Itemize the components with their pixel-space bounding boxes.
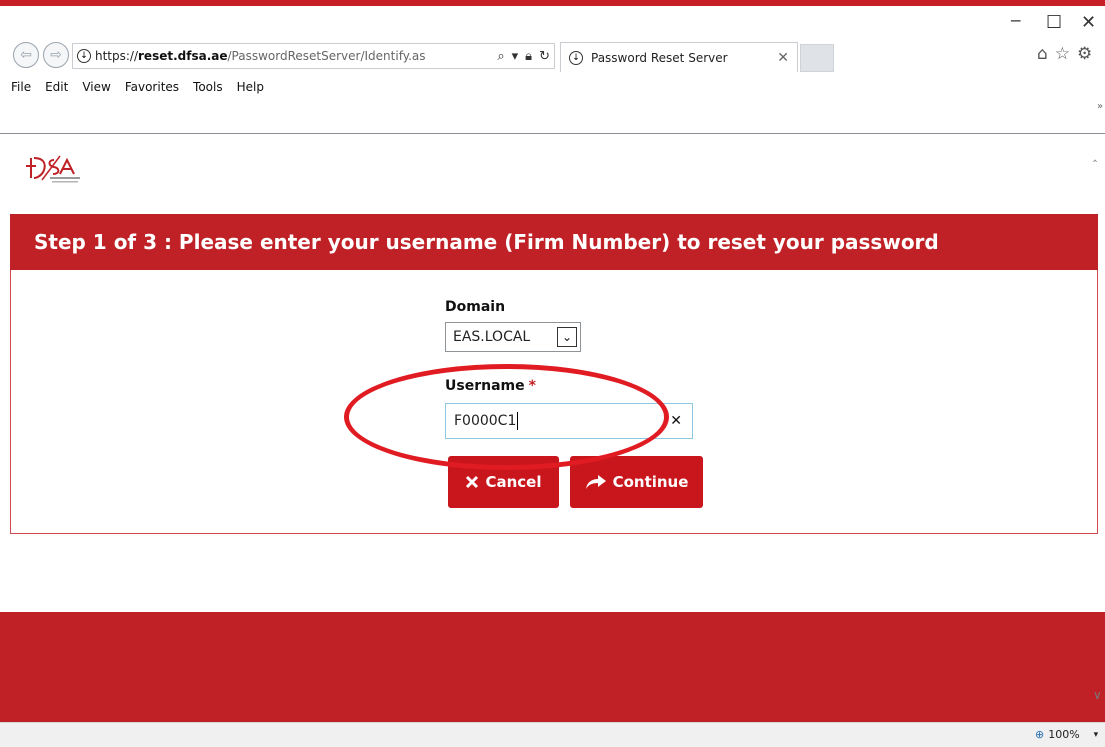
window-top-border	[0, 0, 1105, 6]
domain-label: Domain	[445, 299, 506, 315]
text-caret	[517, 412, 519, 430]
maximize-icon[interactable]: ☐	[1046, 14, 1062, 32]
username-label: Username *	[445, 378, 536, 394]
site-info-icon[interactable]: ↓	[77, 49, 91, 63]
zoom-level: 100%	[1048, 728, 1080, 741]
close-icon[interactable]: ✕	[1081, 14, 1096, 32]
menu-edit[interactable]: Edit	[38, 80, 75, 94]
tab-password-reset-server[interactable]: ↓ Password Reset Server ✕	[560, 42, 798, 72]
star-icon[interactable]: ☆	[1055, 44, 1070, 64]
chevron-down-icon[interactable]: ▾	[1094, 730, 1099, 740]
scroll-down-icon[interactable]: ∨	[1093, 688, 1102, 702]
page-title: Step 1 of 3 : Please enter your username…	[34, 230, 939, 254]
domain-selected-value: EAS.LOCAL	[453, 329, 531, 345]
username-text: F0000C1	[454, 413, 517, 429]
continue-button[interactable]: Continue	[570, 456, 703, 508]
cancel-label: Cancel	[485, 473, 542, 491]
forward-button[interactable]: ⇨	[43, 42, 69, 68]
username-value: F0000C1	[454, 412, 670, 430]
menu-tools[interactable]: Tools	[186, 80, 230, 94]
back-button[interactable]: ⇦	[13, 42, 39, 68]
cancel-button[interactable]: Cancel	[448, 456, 559, 508]
menu-view[interactable]: View	[75, 80, 117, 94]
status-bar: ⊕ 100% ▾	[0, 722, 1105, 747]
url-text[interactable]: https://reset.dfsa.ae/PasswordResetServe…	[95, 49, 491, 63]
address-bar[interactable]: ↓ https://reset.dfsa.ae/PasswordResetSer…	[72, 43, 555, 69]
gear-icon[interactable]: ⚙	[1077, 44, 1092, 64]
zoom-icon: ⊕	[1035, 728, 1045, 741]
refresh-icon[interactable]: ↻	[539, 49, 550, 64]
tab-title: Password Reset Server	[591, 50, 728, 65]
close-x-icon	[466, 475, 479, 489]
url-path: /PasswordResetServer/Identify.as	[227, 49, 426, 63]
scroll-up-icon[interactable]: ‸	[1093, 148, 1097, 162]
tab-favicon-icon: ↓	[569, 50, 583, 65]
dropdown-icon[interactable]: ▾	[512, 49, 519, 64]
new-tab-button[interactable]	[800, 44, 834, 72]
dfsa-logo	[26, 155, 80, 183]
minimize-icon[interactable]: ‒	[1010, 12, 1021, 30]
page-footer	[0, 612, 1105, 722]
continue-label: Continue	[612, 473, 689, 491]
step-banner: Step 1 of 3 : Please enter your username…	[10, 214, 1098, 270]
tab-close-icon[interactable]: ✕	[777, 50, 789, 66]
home-icon[interactable]: ⌂	[1037, 44, 1048, 64]
page-content: ‸ Step 1 of 3 : Please enter your userna…	[0, 134, 1105, 722]
url-scheme: https://	[95, 49, 139, 63]
reset-form: Domain EAS.LOCAL ⌄ Username * F0000C1 ✕ C…	[10, 270, 1098, 534]
domain-select[interactable]: EAS.LOCAL ⌄	[445, 322, 581, 352]
browser-window: ‒ ☐ ✕ ⇦ ⇨ ↓ https://reset.dfsa.ae/Passwo…	[0, 0, 1105, 747]
url-host: reset.dfsa.ae	[138, 49, 228, 63]
lock-icon[interactable]: 🔒︎	[525, 49, 532, 64]
username-input[interactable]: F0000C1 ✕	[445, 403, 693, 439]
zoom-control[interactable]: ⊕ 100% ▾	[1035, 728, 1098, 741]
clear-icon[interactable]: ✕	[670, 413, 682, 429]
required-indicator: *	[528, 378, 536, 394]
username-label-text: Username	[445, 378, 525, 394]
chevron-right-icon[interactable]: »	[1097, 101, 1103, 112]
chevron-down-icon[interactable]: ⌄	[557, 327, 577, 347]
menu-file[interactable]: File	[4, 80, 38, 94]
search-icon[interactable]: ⌕	[497, 49, 504, 64]
share-arrow-icon	[585, 475, 606, 489]
arrow-left-icon: ⇦	[20, 47, 32, 63]
arrow-right-icon: ⇨	[50, 47, 62, 63]
menu-bar: File Edit View Favorites Tools Help	[4, 80, 271, 94]
menu-favorites[interactable]: Favorites	[118, 80, 186, 94]
menu-help[interactable]: Help	[230, 80, 271, 94]
